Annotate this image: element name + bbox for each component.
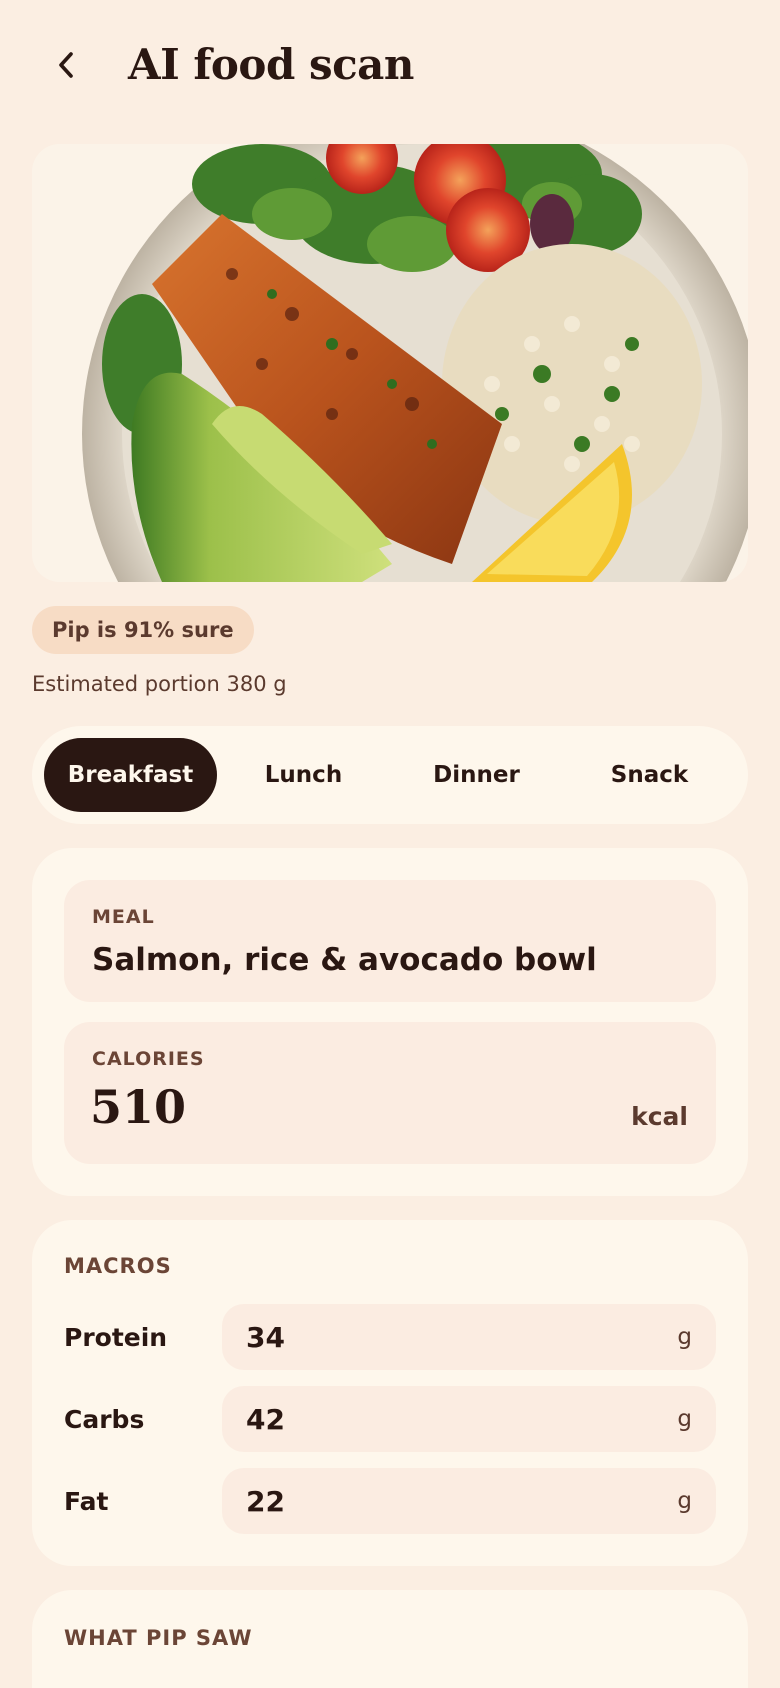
calories-label: CALORIES (92, 1048, 205, 1070)
fat-input[interactable]: 22 g (222, 1468, 716, 1534)
macro-unit: g (677, 1406, 692, 1432)
macros-label: MACROS (64, 1254, 172, 1278)
page-title: AI food scan (128, 40, 414, 89)
macro-value[interactable]: 22 (246, 1468, 285, 1534)
macro-row-carbs: Carbs 42 g (64, 1386, 716, 1452)
chevron-left-icon (59, 52, 73, 78)
macro-value[interactable]: 42 (246, 1386, 285, 1452)
what-pip-saw-card: WHAT PIP SAW (32, 1590, 748, 1688)
meal-type-tabs: Breakfast Lunch Dinner Snack (32, 726, 748, 824)
calories-unit: kcal (631, 1102, 688, 1131)
macro-name: Carbs (64, 1404, 145, 1434)
portion-estimate: Estimated portion 380 g (32, 672, 287, 696)
protein-input[interactable]: 34 g (222, 1304, 716, 1370)
macro-row-protein: Protein 34 g (64, 1304, 716, 1370)
tab-dinner[interactable]: Dinner (390, 738, 563, 812)
food-photo (32, 144, 748, 582)
back-button[interactable] (46, 44, 88, 86)
what-pip-saw-label: WHAT PIP SAW (64, 1626, 253, 1650)
macro-name: Fat (64, 1486, 109, 1516)
tab-snack[interactable]: Snack (563, 738, 736, 812)
macro-unit: g (677, 1324, 692, 1350)
meal-label: MEAL (92, 906, 155, 928)
macro-unit: g (677, 1488, 692, 1514)
meal-name-field[interactable]: MEAL Salmon, rice & avocado bowl (64, 880, 716, 1002)
calories-field[interactable]: CALORIES 510 kcal (64, 1022, 716, 1164)
calories-value[interactable]: 510 (90, 1080, 186, 1134)
carbs-input[interactable]: 42 g (222, 1386, 716, 1452)
food-photo-image (32, 144, 748, 582)
macros-card: MACROS Protein 34 g Carbs 42 g Fat 22 g (32, 1220, 748, 1566)
tab-lunch[interactable]: Lunch (217, 738, 390, 812)
macro-row-fat: Fat 22 g (64, 1468, 716, 1534)
confidence-badge: Pip is 91% sure (32, 606, 254, 654)
meal-name-value[interactable]: Salmon, rice & avocado bowl (92, 942, 597, 978)
macro-value[interactable]: 34 (246, 1304, 285, 1370)
app-header: AI food scan (0, 0, 780, 140)
meal-card: MEAL Salmon, rice & avocado bowl CALORIE… (32, 848, 748, 1196)
tab-breakfast[interactable]: Breakfast (44, 738, 217, 812)
macro-name: Protein (64, 1322, 168, 1352)
